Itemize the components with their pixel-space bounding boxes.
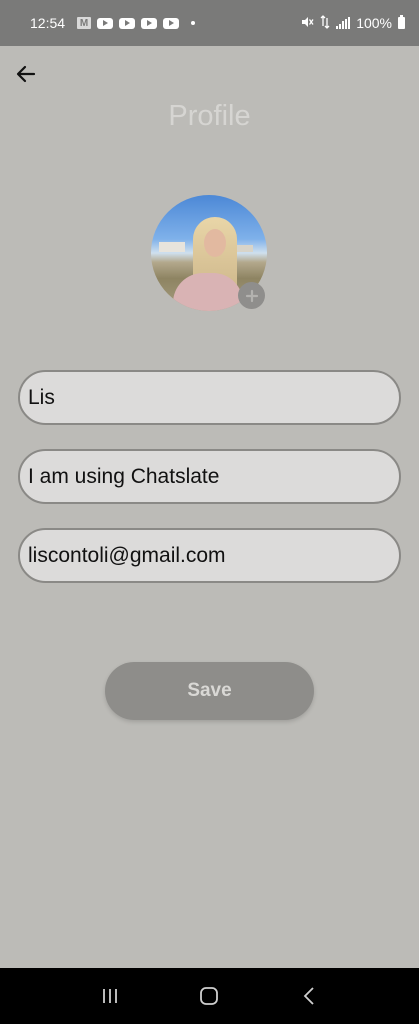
youtube-icon	[141, 17, 158, 29]
system-back-button[interactable]	[289, 976, 329, 1016]
plus-icon	[245, 289, 258, 302]
name-field[interactable]	[18, 370, 401, 425]
avatar-photo-detail	[159, 242, 185, 252]
home-button[interactable]	[189, 976, 229, 1016]
name-input[interactable]	[28, 385, 391, 410]
add-photo-button[interactable]	[238, 282, 265, 309]
data-icon	[320, 15, 330, 31]
email-input[interactable]	[28, 543, 391, 568]
battery-text: 100%	[356, 15, 392, 31]
profile-screen: 12:54 M 100% Profile Lis I am using Chat…	[0, 0, 419, 1024]
youtube-icon	[97, 17, 114, 29]
status-input[interactable]	[28, 464, 391, 489]
avatar-photo-detail	[204, 229, 226, 257]
recent-apps-button[interactable]	[90, 976, 130, 1016]
back-icon	[303, 987, 314, 1005]
recent-apps-icon	[102, 989, 117, 1003]
navigation-bar	[0, 968, 419, 1024]
save-button[interactable]: Save	[105, 662, 314, 720]
status-right: 100%	[300, 15, 405, 31]
page-title: Profile	[168, 100, 251, 132]
youtube-icon	[119, 17, 136, 29]
status-bar: 12:54 M 100%	[0, 0, 419, 46]
signal-icon	[336, 17, 351, 29]
arrow-left-icon	[16, 65, 36, 83]
status-field[interactable]	[18, 449, 401, 504]
status-left: 12:54 M	[30, 15, 196, 31]
youtube-icon	[163, 17, 180, 29]
mute-icon	[300, 15, 314, 31]
home-icon	[200, 987, 219, 1005]
status-time: 12:54	[30, 15, 66, 31]
email-field[interactable]	[18, 528, 401, 583]
notification-dot-icon	[191, 21, 196, 25]
back-button[interactable]	[12, 60, 40, 88]
gmail-icon: M	[77, 17, 92, 29]
battery-icon	[398, 15, 405, 29]
